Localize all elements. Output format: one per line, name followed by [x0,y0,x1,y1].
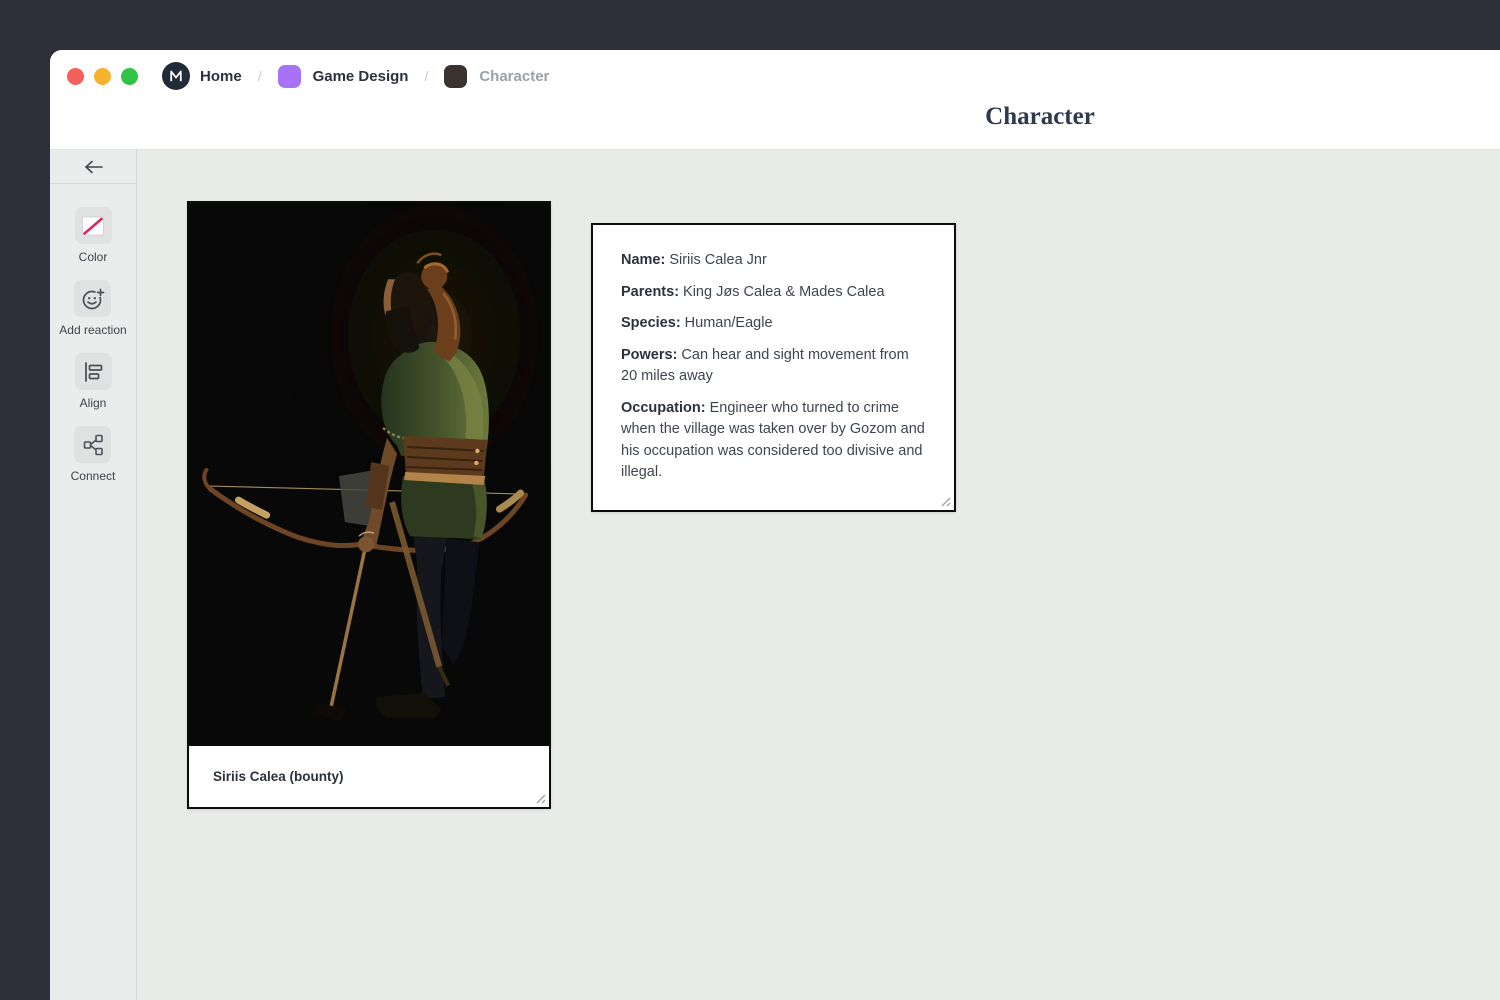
milanote-logo-icon[interactable] [162,62,190,90]
connect-icon [80,432,106,458]
resize-handle-icon[interactable] [534,792,546,804]
breadcrumb-separator: / [258,68,262,84]
field-label: Name: [621,252,665,268]
board-canvas[interactable]: Siriis Calea (bounty) Name:Siriis Calea … [137,150,1500,1000]
breadcrumb-separator: / [424,68,428,84]
board-icon-character[interactable] [444,65,467,88]
breadcrumb-character: Character [479,68,549,85]
field-value: Human/Eagle [685,315,773,331]
zoom-window-button[interactable] [121,68,138,85]
breadcrumb: Home / Game Design / Character [162,62,549,90]
breadcrumb-home[interactable]: Home [200,68,242,85]
note-field-name: Name:Siriis Calea Jnr [621,250,926,272]
field-label: Occupation: [621,400,706,416]
field-label: Powers: [621,347,677,363]
close-window-button[interactable] [67,68,84,85]
tool-label: Color [79,250,108,264]
tool-label: Add reaction [59,323,126,337]
tool-label: Connect [71,469,116,483]
field-value: Siriis Calea Jnr [669,252,767,268]
character-photo [189,203,549,746]
breadcrumb-game-design[interactable]: Game Design [313,68,409,85]
color-swatch-icon [81,215,105,237]
field-label: Parents: [621,284,679,300]
note-field-powers: Powers:Can hear and sight movement from … [621,345,926,388]
back-button[interactable] [50,150,136,184]
connect-tool-button[interactable]: Connect [71,426,116,483]
toolbar-sidebar: Color Add reaction [50,150,137,1000]
image-caption: Siriis Calea (bounty) [213,769,344,784]
page-title: Character [930,103,1150,131]
note-field-parents: Parents:King Jøs Calea & Mades Calea [621,282,926,304]
field-value: King Jøs Calea & Mades Calea [683,284,885,300]
note-field-species: Species:Human/Eagle [621,313,926,335]
tool-label: Align [80,396,107,410]
note-field-occupation: Occupation:Engineer who turned to crime … [621,398,926,484]
align-tool-button[interactable]: Align [75,353,112,410]
color-tool-button[interactable]: Color [75,207,112,264]
arrow-left-icon [82,159,104,175]
image-card[interactable]: Siriis Calea (bounty) [187,201,551,809]
header-bar: Home / Game Design / Character Character [50,50,1500,150]
field-label: Species: [621,315,681,331]
add-reaction-tool-button[interactable]: Add reaction [59,280,126,337]
minimize-window-button[interactable] [94,68,111,85]
note-card[interactable]: Name:Siriis Calea Jnr Parents:King Jøs C… [591,223,956,512]
add-reaction-icon [80,286,106,312]
board-icon-game-design[interactable] [278,65,301,88]
align-icon [81,360,105,384]
app-window: Home / Game Design / Character Character [50,50,1500,1000]
image-caption-bar[interactable]: Siriis Calea (bounty) [189,746,549,807]
resize-handle-icon[interactable] [939,495,951,507]
